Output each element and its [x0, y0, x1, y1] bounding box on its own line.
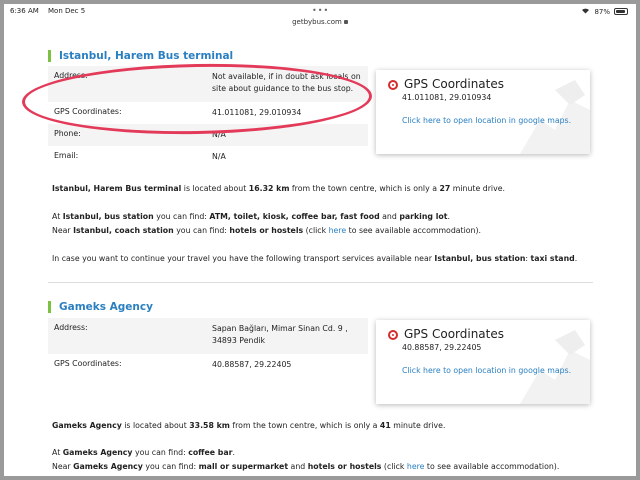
row-value: N/A — [212, 130, 226, 139]
description-harem: Istanbul, Harem Bus terminal is located … — [52, 182, 612, 196]
table-row: Phone: N/A — [48, 124, 368, 146]
text: you can find: — [153, 212, 210, 221]
status-date: Mon Dec 5 — [48, 7, 86, 15]
text: from the town centre, which is only a — [229, 421, 380, 430]
text: . — [574, 254, 578, 263]
amenities: hotels or hostels — [229, 226, 304, 235]
place: Istanbul, bus station — [434, 254, 526, 263]
address-bar[interactable]: getbybus.com — [4, 18, 636, 26]
map-background-icon — [520, 80, 590, 154]
row-label: Address: — [54, 323, 88, 332]
row-value: Not available, if in doubt ask locals on… — [212, 72, 361, 93]
section-title-harem: Istanbul, Harem Bus terminal — [48, 50, 233, 62]
section-divider — [48, 282, 593, 283]
table-row: GPS Coordinates: 40.88587, 29.22405 — [48, 354, 368, 376]
battery-icon — [614, 8, 628, 15]
table-row: Address: Sapan Bağları, Mimar Sinan Cd. … — [48, 318, 368, 354]
amenities: mall or supermarket — [198, 462, 289, 471]
row-label: GPS Coordinates: — [54, 107, 122, 116]
place: Istanbul, bus station — [62, 212, 154, 221]
distance: 16.32 km — [248, 184, 290, 193]
drive-minutes: 27 — [439, 184, 451, 193]
amenities: ATM, toilet, kiosk, coffee bar, fast foo… — [209, 212, 380, 221]
station-name: Istanbul, Harem Bus terminal — [52, 184, 182, 193]
drive-minutes: 41 — [379, 421, 391, 430]
location-pin-icon — [388, 80, 398, 90]
url-text: getbybus.com — [292, 18, 342, 26]
gps-card-harem: GPS Coordinates 41.011081, 29.010934 Cli… — [376, 70, 590, 154]
page-content: Istanbul, Harem Bus terminal Address: No… — [4, 30, 636, 476]
status-right: 87% — [581, 7, 628, 16]
lock-icon — [343, 20, 348, 24]
location-pin-icon — [388, 330, 398, 340]
amenity: parking lot — [399, 212, 448, 221]
text: At — [52, 448, 63, 457]
row-value: Sapan Bağları, Mimar Sinan Cd. 9 , 34893… — [212, 324, 348, 345]
google-maps-link[interactable]: Click here to open location in google ma… — [402, 114, 572, 128]
station-name: Gameks Agency — [52, 421, 122, 430]
browser-screen: 6:36 AM Mon Dec 5 87% ••• getbybus.com I… — [4, 4, 636, 476]
battery-percent: 87% — [594, 7, 610, 16]
text: from the town centre, which is only a — [289, 184, 440, 193]
text: is located about — [121, 421, 190, 430]
description-gameks: Gameks Agency is located about 33.58 km … — [52, 419, 612, 433]
amenities-gameks: At Gameks Agency you can find: coffee ba… — [52, 446, 612, 474]
text: and — [288, 462, 308, 471]
gps-card-coords: 41.011081, 29.010934 — [402, 93, 492, 102]
text: minute drive. — [450, 184, 505, 193]
accommodation-link[interactable]: here — [407, 462, 425, 471]
text: to see available accommodation). — [424, 462, 560, 471]
tab-menu-dots-icon[interactable]: ••• — [312, 6, 329, 15]
row-label: Email: — [54, 151, 79, 160]
text: Near — [52, 226, 74, 235]
section-title-gameks: Gameks Agency — [48, 301, 153, 313]
text: (click — [303, 226, 329, 235]
place: Gameks Agency — [73, 462, 143, 471]
text: Near — [52, 462, 74, 471]
text: (click — [381, 462, 407, 471]
gps-card-title: GPS Coordinates — [404, 327, 505, 341]
text: . — [232, 448, 235, 457]
table-row: Address: Not available, if in doubt ask … — [48, 66, 368, 102]
text: is located about — [181, 184, 249, 193]
distance: 33.58 km — [189, 421, 230, 430]
row-value: 41.011081, 29.010934 — [212, 108, 302, 117]
gps-card-title: GPS Coordinates — [404, 77, 505, 91]
wifi-icon — [581, 7, 590, 16]
text: you can find: — [173, 226, 230, 235]
text: . — [447, 212, 450, 221]
text: you can find: — [132, 448, 189, 457]
amenity: hotels or hostels — [307, 462, 382, 471]
accommodation-link[interactable]: here — [329, 226, 347, 235]
status-time: 6:36 AM — [10, 7, 39, 15]
text: minute drive. — [390, 421, 446, 430]
amenities-harem: At Istanbul, bus station you can find: A… — [52, 210, 612, 238]
row-label: GPS Coordinates: — [54, 359, 122, 368]
map-background-icon — [520, 330, 590, 404]
amenities: coffee bar — [188, 448, 233, 457]
place: Gameks Agency — [62, 448, 133, 457]
text: In case you want to continue your travel… — [52, 254, 435, 263]
row-label: Address: — [54, 71, 88, 80]
table-row: Email: N/A — [48, 146, 368, 168]
row-label: Phone: — [54, 129, 81, 138]
row-value: 40.88587, 29.22405 — [212, 360, 292, 369]
text: and — [379, 212, 400, 221]
place: Istanbul, coach station — [73, 226, 174, 235]
text: At — [52, 212, 63, 221]
text: you can find: — [142, 462, 199, 471]
table-row: GPS Coordinates: 41.011081, 29.010934 — [48, 102, 368, 124]
transport-service: taxi stand — [530, 254, 575, 263]
google-maps-link[interactable]: Click here to open location in google ma… — [402, 364, 572, 378]
gps-card-gameks: GPS Coordinates 40.88587, 29.22405 Click… — [376, 320, 590, 404]
row-value: N/A — [212, 152, 226, 161]
transport-harem: In case you want to continue your travel… — [52, 252, 612, 266]
gps-card-coords: 40.88587, 29.22405 — [402, 343, 482, 352]
text: to see available accommodation). — [346, 226, 482, 235]
